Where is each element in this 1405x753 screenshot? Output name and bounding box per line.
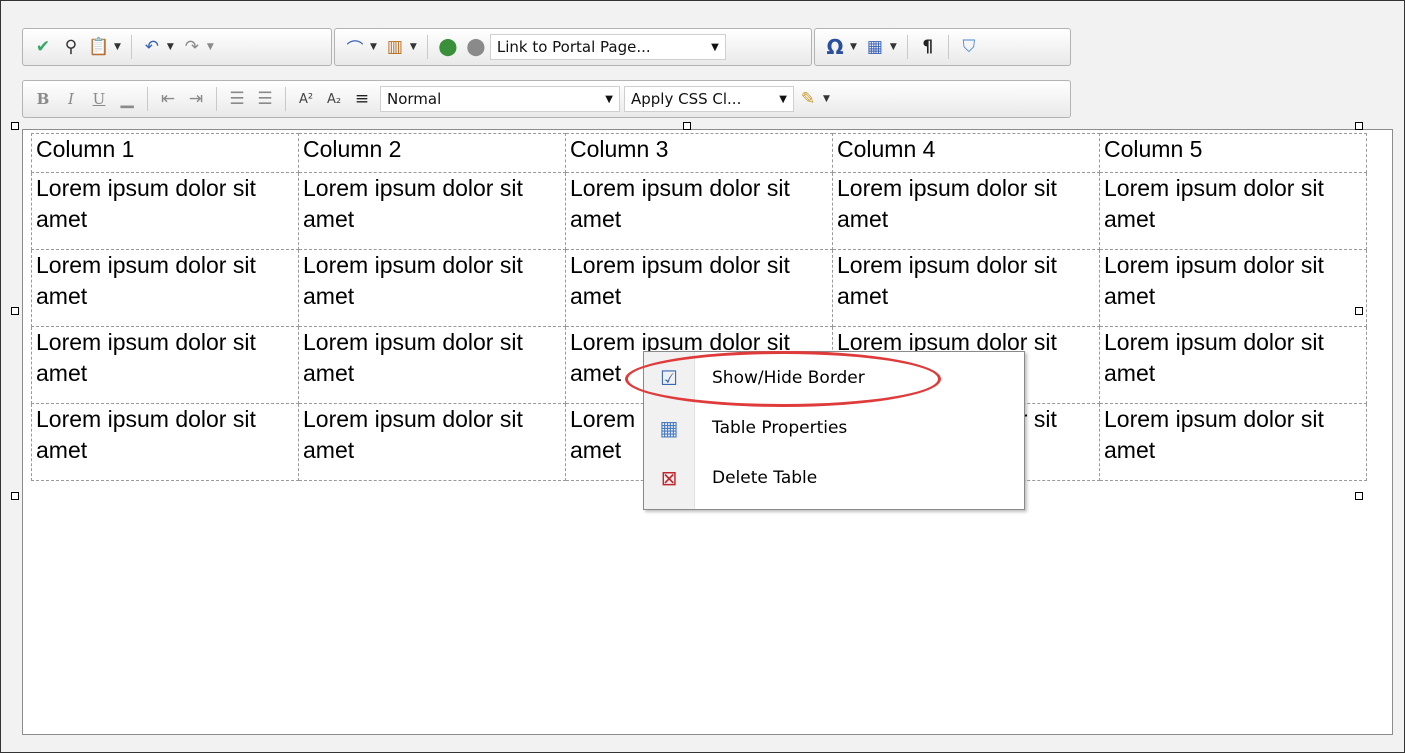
table-cell[interactable]: Lorem ipsum dolor sit amet — [1099, 403, 1367, 481]
paragraph-icon[interactable]: ¶ — [914, 33, 942, 61]
separator — [285, 87, 286, 111]
resize-handle[interactable] — [11, 122, 19, 130]
hyperlink-dropdown[interactable]: ▼ — [370, 42, 377, 52]
hyperlink-icon[interactable]: ⌒ — [341, 33, 369, 61]
menu-item-label: Delete Table — [712, 468, 818, 488]
table-header-row: Column 1 Column 2 Column 3 Column 4 Colu… — [31, 133, 1367, 173]
redo-icon[interactable]: ↷ — [178, 33, 206, 61]
bold-button[interactable]: B — [29, 85, 57, 113]
highlight-ellipse — [625, 351, 941, 407]
resize-handle[interactable] — [1355, 122, 1363, 130]
chevron-down-icon: ▼ — [711, 41, 719, 53]
table-cell[interactable]: Lorem ipsum dolor sit amet — [298, 403, 566, 481]
table-cell[interactable]: Lorem ipsum dolor sit amet — [31, 172, 299, 250]
resize-handle[interactable] — [1355, 307, 1363, 315]
table-header-cell[interactable]: Column 5 — [1099, 133, 1367, 173]
bulleted-list-icon[interactable]: ☰ — [251, 85, 279, 113]
resize-handle[interactable] — [11, 307, 19, 315]
table-cell[interactable]: Lorem ipsum dolor sit amet — [1099, 172, 1367, 250]
table-cell[interactable]: Lorem ipsum dolor sit amet — [31, 249, 299, 327]
paragraph-format-select[interactable]: Normal ▼ — [380, 86, 620, 112]
table-cell[interactable]: Lorem ipsum dolor sit amet — [832, 249, 1100, 327]
resize-handle[interactable] — [683, 122, 691, 130]
image-manager-dropdown[interactable]: ▼ — [410, 42, 417, 52]
table-cell[interactable]: Lorem ipsum dolor sit amet — [1099, 326, 1367, 404]
superscript-icon[interactable]: A² — [292, 85, 320, 113]
toolbar-group-insert: ⌒ ▼ ▥ ▼ ⬤ ⬤ Link to Portal Page... ▼ — [334, 28, 812, 66]
italic-button[interactable]: I — [57, 85, 85, 113]
table-cell[interactable]: Lorem ipsum dolor sit amet — [298, 249, 566, 327]
insert-link-icon[interactable]: ⬤ — [434, 33, 462, 61]
separator — [906, 35, 908, 59]
toolbar-formatting: B I U ▁ ⇤ ⇥ ☰ ☰ A² A₂ ≡ Normal ▼ Apply C… — [22, 80, 1071, 118]
table-cell[interactable]: Lorem ipsum dolor sit amet — [1099, 249, 1367, 327]
toolbar-group-special: Ω ▼ ▦ ▼ ¶ ⛉ — [814, 28, 1071, 66]
indent-icon[interactable]: ⇥ — [182, 85, 210, 113]
redo-dropdown[interactable]: ▼ — [207, 42, 214, 52]
format-combo-value: Normal — [387, 90, 442, 108]
table-header-cell[interactable]: Column 4 — [832, 133, 1100, 173]
separator — [130, 35, 132, 59]
table-cell[interactable]: Lorem ipsum dolor sit amet — [298, 326, 566, 404]
chevron-down-icon: ▼ — [605, 93, 613, 105]
css-class-select[interactable]: Apply CSS Cl... ▼ — [624, 86, 794, 112]
table-cell[interactable]: Lorem ipsum dolor sit amet — [298, 172, 566, 250]
table-header-cell[interactable]: Column 3 — [565, 133, 833, 173]
clear-icon[interactable]: ⛉ — [955, 33, 983, 61]
format-stripper-icon[interactable]: ✎ — [794, 85, 822, 113]
image-manager-icon[interactable]: ▥ — [381, 33, 409, 61]
table-cell[interactable]: Lorem ipsum dolor sit amet — [31, 326, 299, 404]
undo-icon[interactable]: ↶ — [138, 33, 166, 61]
delete-table-icon: ⊠ — [660, 466, 678, 490]
separator — [216, 87, 217, 111]
numbered-list-icon[interactable]: ☰ — [223, 85, 251, 113]
remove-link-icon[interactable]: ⬤ — [462, 33, 490, 61]
link-combo-value: Link to Portal Page... — [496, 38, 651, 56]
strikethrough-icon[interactable]: ▁ — [113, 85, 141, 113]
menu-item-label: Table Properties — [712, 418, 848, 438]
separator — [426, 35, 428, 59]
chevron-down-icon: ▼ — [779, 93, 787, 105]
table-header-cell[interactable]: Column 1 — [31, 133, 299, 173]
table-properties-icon: ▦ — [659, 416, 679, 440]
subscript-icon[interactable]: A₂ — [320, 85, 348, 113]
underline-button[interactable]: U — [85, 85, 113, 113]
table-icon[interactable]: ▦ — [861, 33, 889, 61]
table-dropdown[interactable]: ▼ — [890, 42, 897, 52]
table-header-cell[interactable]: Column 2 — [298, 133, 566, 173]
table-row: Lorem ipsum dolor sit amet Lorem ipsum d… — [31, 249, 1367, 327]
paste-icon[interactable]: 📋 — [85, 33, 113, 61]
separator — [947, 35, 949, 59]
symbol-dropdown[interactable]: ▼ — [850, 42, 857, 52]
menu-item-table-properties[interactable]: ▦ Table Properties — [644, 408, 1024, 448]
resize-handle[interactable] — [1355, 492, 1363, 500]
toolbar-group-edit: ✔ ⚲ 📋 ▼ ↶ ▼ ↷ ▼ — [22, 28, 332, 66]
format-stripper-dropdown[interactable]: ▼ — [823, 94, 830, 104]
outdent-icon[interactable]: ⇤ — [154, 85, 182, 113]
undo-dropdown[interactable]: ▼ — [167, 42, 174, 52]
paste-dropdown[interactable]: ▼ — [114, 42, 121, 52]
table-row: Lorem ipsum dolor sit amet Lorem ipsum d… — [31, 172, 1367, 250]
table-cell[interactable]: Lorem ipsum dolor sit amet — [832, 172, 1100, 250]
spellcheck-icon[interactable]: ✔ — [29, 33, 57, 61]
css-combo-value: Apply CSS Cl... — [631, 90, 742, 108]
separator — [147, 87, 148, 111]
symbol-icon[interactable]: Ω — [821, 33, 849, 61]
resize-handle[interactable] — [11, 492, 19, 500]
find-icon[interactable]: ⚲ — [57, 33, 85, 61]
table-cell[interactable]: Lorem ipsum dolor sit amet — [565, 172, 833, 250]
align-icon[interactable]: ≡ — [348, 85, 376, 113]
table-cell[interactable]: Lorem ipsum dolor sit amet — [565, 249, 833, 327]
menu-item-delete-table[interactable]: ⊠ Delete Table — [644, 458, 1024, 498]
link-to-portal-page-select[interactable]: Link to Portal Page... ▼ — [489, 34, 726, 60]
table-cell[interactable]: Lorem ipsum dolor sit amet — [31, 403, 299, 481]
